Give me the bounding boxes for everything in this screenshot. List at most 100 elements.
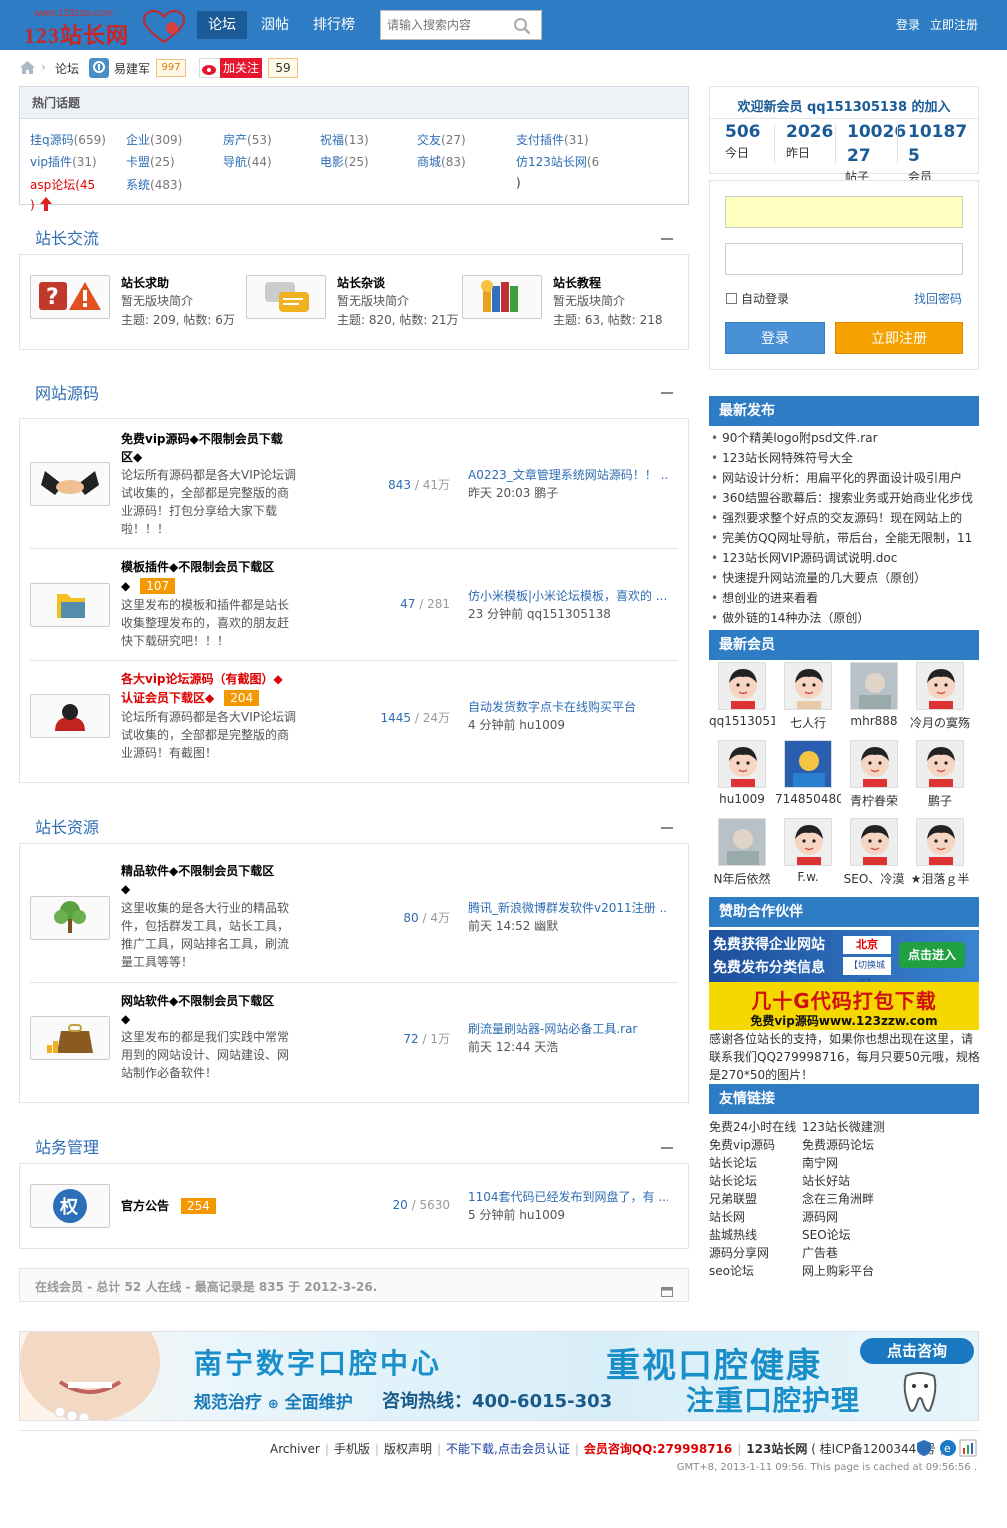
footer-mobile[interactable]: 手机版 xyxy=(334,1442,370,1456)
last-post-link[interactable]: A0223_文章管理系统网站源码！！ ... xyxy=(468,466,668,484)
hot-tag[interactable]: 系统(483) xyxy=(126,176,182,193)
member-item[interactable]: 鹏子 xyxy=(907,740,973,809)
forum-name[interactable]: 站长杂谈 xyxy=(337,274,385,292)
member-item[interactable]: 714850480 xyxy=(775,740,841,806)
sponsor-ad-1[interactable]: 免费获得企业网站 免费发布分类信息 北京 【切换城市】 点击进入 xyxy=(709,930,979,982)
member-name[interactable]: ★泪落ｇ半 xyxy=(907,870,973,887)
forum-name[interactable]: 各大vip论坛源码（有截图）◆ xyxy=(121,670,283,688)
remember-checkbox[interactable] xyxy=(726,293,737,304)
login-link[interactable]: 登录 xyxy=(896,16,920,33)
member-item[interactable]: 青柠眷荣 xyxy=(841,740,907,809)
latest-post-item[interactable]: 123站长网特殊符号大全 xyxy=(709,448,979,468)
hot-tag[interactable]: 电影(25) xyxy=(320,153,369,170)
latest-post-item[interactable]: 强烈要求整个好点的交友源码！现在网站上的 xyxy=(709,508,979,528)
forum-name[interactable]: 精品软件◆不限制会员下载区 xyxy=(121,862,274,880)
shield-icon[interactable] xyxy=(916,1439,932,1457)
friend-link[interactable]: 站长论坛 xyxy=(709,1154,757,1171)
hot-tag[interactable]: vip插件(31) xyxy=(30,153,97,170)
member-name[interactable]: SEO、冷漠 xyxy=(841,870,907,887)
friend-link[interactable]: 免费源码论坛 xyxy=(802,1136,874,1153)
latest-post-item[interactable]: 想创业的进来看看 xyxy=(709,588,979,608)
register-button[interactable]: 立即注册 xyxy=(835,322,963,354)
last-post-link[interactable]: 1104套代码已经发布到网盘了，有 ... xyxy=(468,1188,668,1206)
user-forum-icon[interactable] xyxy=(30,694,110,738)
search-icon[interactable] xyxy=(513,17,531,35)
friend-link[interactable]: 南宁网 xyxy=(802,1154,838,1171)
member-item[interactable]: mhr888 xyxy=(841,662,907,728)
hot-tag[interactable]: 挂q源码(659) xyxy=(30,131,106,148)
chat-forum-icon[interactable] xyxy=(246,275,326,319)
password-field[interactable] xyxy=(725,243,963,275)
latest-post-item[interactable]: 网站设计分析：用扁平化的界面设计吸引用户 xyxy=(709,468,979,488)
last-post-link[interactable]: 仿小米模板|小米论坛模板，喜欢的 ... xyxy=(468,587,668,605)
forum-name[interactable]: 网站软件◆不限制会员下载区 xyxy=(121,992,274,1010)
friend-link[interactable]: 念在三角洲畔 xyxy=(802,1190,874,1207)
friend-link[interactable]: seo论坛 xyxy=(709,1262,754,1279)
breadcrumb-user[interactable]: 易建军 xyxy=(114,60,150,77)
member-name[interactable]: 冷月の寞殇 xyxy=(907,714,973,731)
avatar[interactable] xyxy=(850,740,898,788)
forum-name-cont[interactable]: 认证会员下载区◆ 204 xyxy=(121,689,260,707)
hot-tag[interactable]: 房产(53) xyxy=(223,131,272,148)
section-title-webmaster-exchange[interactable]: 站长交流 xyxy=(35,225,99,249)
friend-link[interactable]: 123站长微建测 xyxy=(802,1118,885,1135)
member-item[interactable]: SEO、冷漠 xyxy=(841,818,907,887)
forum-name-cont[interactable]: 区◆ xyxy=(121,448,142,466)
avatar[interactable] xyxy=(784,662,832,710)
friend-link[interactable]: 源码网 xyxy=(802,1208,838,1225)
member-item[interactable]: N年后依然 xyxy=(709,818,775,887)
forum-name[interactable]: 模板插件◆不限制会员下载区 xyxy=(121,558,274,576)
footer-qq-link[interactable]: 会员咨询QQ:279998716 xyxy=(584,1442,732,1456)
latest-post-item[interactable]: 完美仿QQ网址导航，带后台，全能无限制，11 xyxy=(709,528,979,548)
avatar[interactable] xyxy=(718,662,766,710)
avatar[interactable] xyxy=(850,818,898,866)
member-name[interactable]: 七人行 xyxy=(775,714,841,731)
hot-tag[interactable]: 支付插件(31) xyxy=(516,131,589,148)
forum-name[interactable]: 免费vip源码◆不限制会员下载 xyxy=(121,430,283,448)
last-post-link[interactable]: 刷流量刷站器-网站必备工具.rar xyxy=(468,1020,668,1038)
section-title-admin[interactable]: 站务管理 xyxy=(35,1134,99,1158)
site-logo[interactable]: www.123zzw.com 123站长网 xyxy=(22,6,190,48)
avatar[interactable] xyxy=(850,662,898,710)
friend-link[interactable]: 免费vip源码 xyxy=(709,1136,775,1153)
collapse-icon[interactable] xyxy=(661,392,673,394)
friend-link[interactable]: 站长论坛 xyxy=(709,1172,757,1189)
friend-link[interactable]: 广告巷 xyxy=(802,1244,838,1261)
nav-forum[interactable]: 论坛 xyxy=(197,11,247,39)
forum-name-cont[interactable]: ◆ 107 xyxy=(121,577,176,595)
friend-link[interactable]: 兄弟联盟 xyxy=(709,1190,757,1207)
follow-button[interactable]: 加关注 xyxy=(220,58,262,78)
last-post-link[interactable]: 自动发货数字点卡在线购买平台 xyxy=(468,698,668,716)
friend-link[interactable]: 站长网 xyxy=(709,1208,745,1225)
latest-post-item[interactable]: 360结盟谷歌幕后：搜索业务或开始商业化步伐 xyxy=(709,488,979,508)
member-name[interactable]: 青柠眷荣 xyxy=(841,792,907,809)
breadcrumb-forum[interactable]: 论坛 xyxy=(55,60,79,77)
footer-copyright[interactable]: 版权声明 xyxy=(384,1442,432,1456)
footer-site[interactable]: 123站长网 xyxy=(746,1442,807,1456)
hot-tag[interactable]: 企业(309) xyxy=(126,131,182,148)
forgot-password-link[interactable]: 找回密码 xyxy=(914,290,962,307)
member-name[interactable]: F.w. xyxy=(775,870,841,884)
expand-icon[interactable] xyxy=(661,1287,673,1297)
friend-link[interactable]: 源码分享网 xyxy=(709,1244,769,1261)
latest-post-item[interactable]: 做外链的14种办法（原创） xyxy=(709,608,979,628)
member-name[interactable]: qq1513051 xyxy=(709,714,775,728)
member-item[interactable]: 冷月の寞殇 xyxy=(907,662,973,731)
forum-name-cont[interactable]: ◆ xyxy=(121,880,130,898)
footer-archiver[interactable]: Archiver xyxy=(270,1442,320,1456)
member-name[interactable]: mhr888 xyxy=(841,714,907,728)
friend-link[interactable]: 盐城热线 xyxy=(709,1226,757,1243)
nav-ranking[interactable]: 排行榜 xyxy=(306,11,362,39)
username-field[interactable] xyxy=(725,196,963,228)
consult-button[interactable]: 点击咨询 xyxy=(860,1338,974,1364)
latest-post-item[interactable]: 90个精美logo附psd文件.rar xyxy=(709,428,979,448)
dental-banner[interactable]: 南宁数字口腔中心 规范治疗 ⊕ 全面维护 咨询热线：400-6015-303 重… xyxy=(19,1331,979,1421)
member-item[interactable]: F.w. xyxy=(775,818,841,884)
latest-post-item[interactable]: 123站长网VIP源码调试说明.doc xyxy=(709,548,979,568)
member-item[interactable]: ★泪落ｇ半 xyxy=(907,818,973,887)
member-item[interactable]: 七人行 xyxy=(775,662,841,731)
hot-tag[interactable]: 仿123站长网(6 xyxy=(516,153,599,170)
hot-tag[interactable]: 卡盟(25) xyxy=(126,153,175,170)
register-link[interactable]: 立即注册 xyxy=(930,16,978,33)
last-post-link[interactable]: 腾讯_新浪微博群发软件v2011注册 ... xyxy=(468,899,668,917)
